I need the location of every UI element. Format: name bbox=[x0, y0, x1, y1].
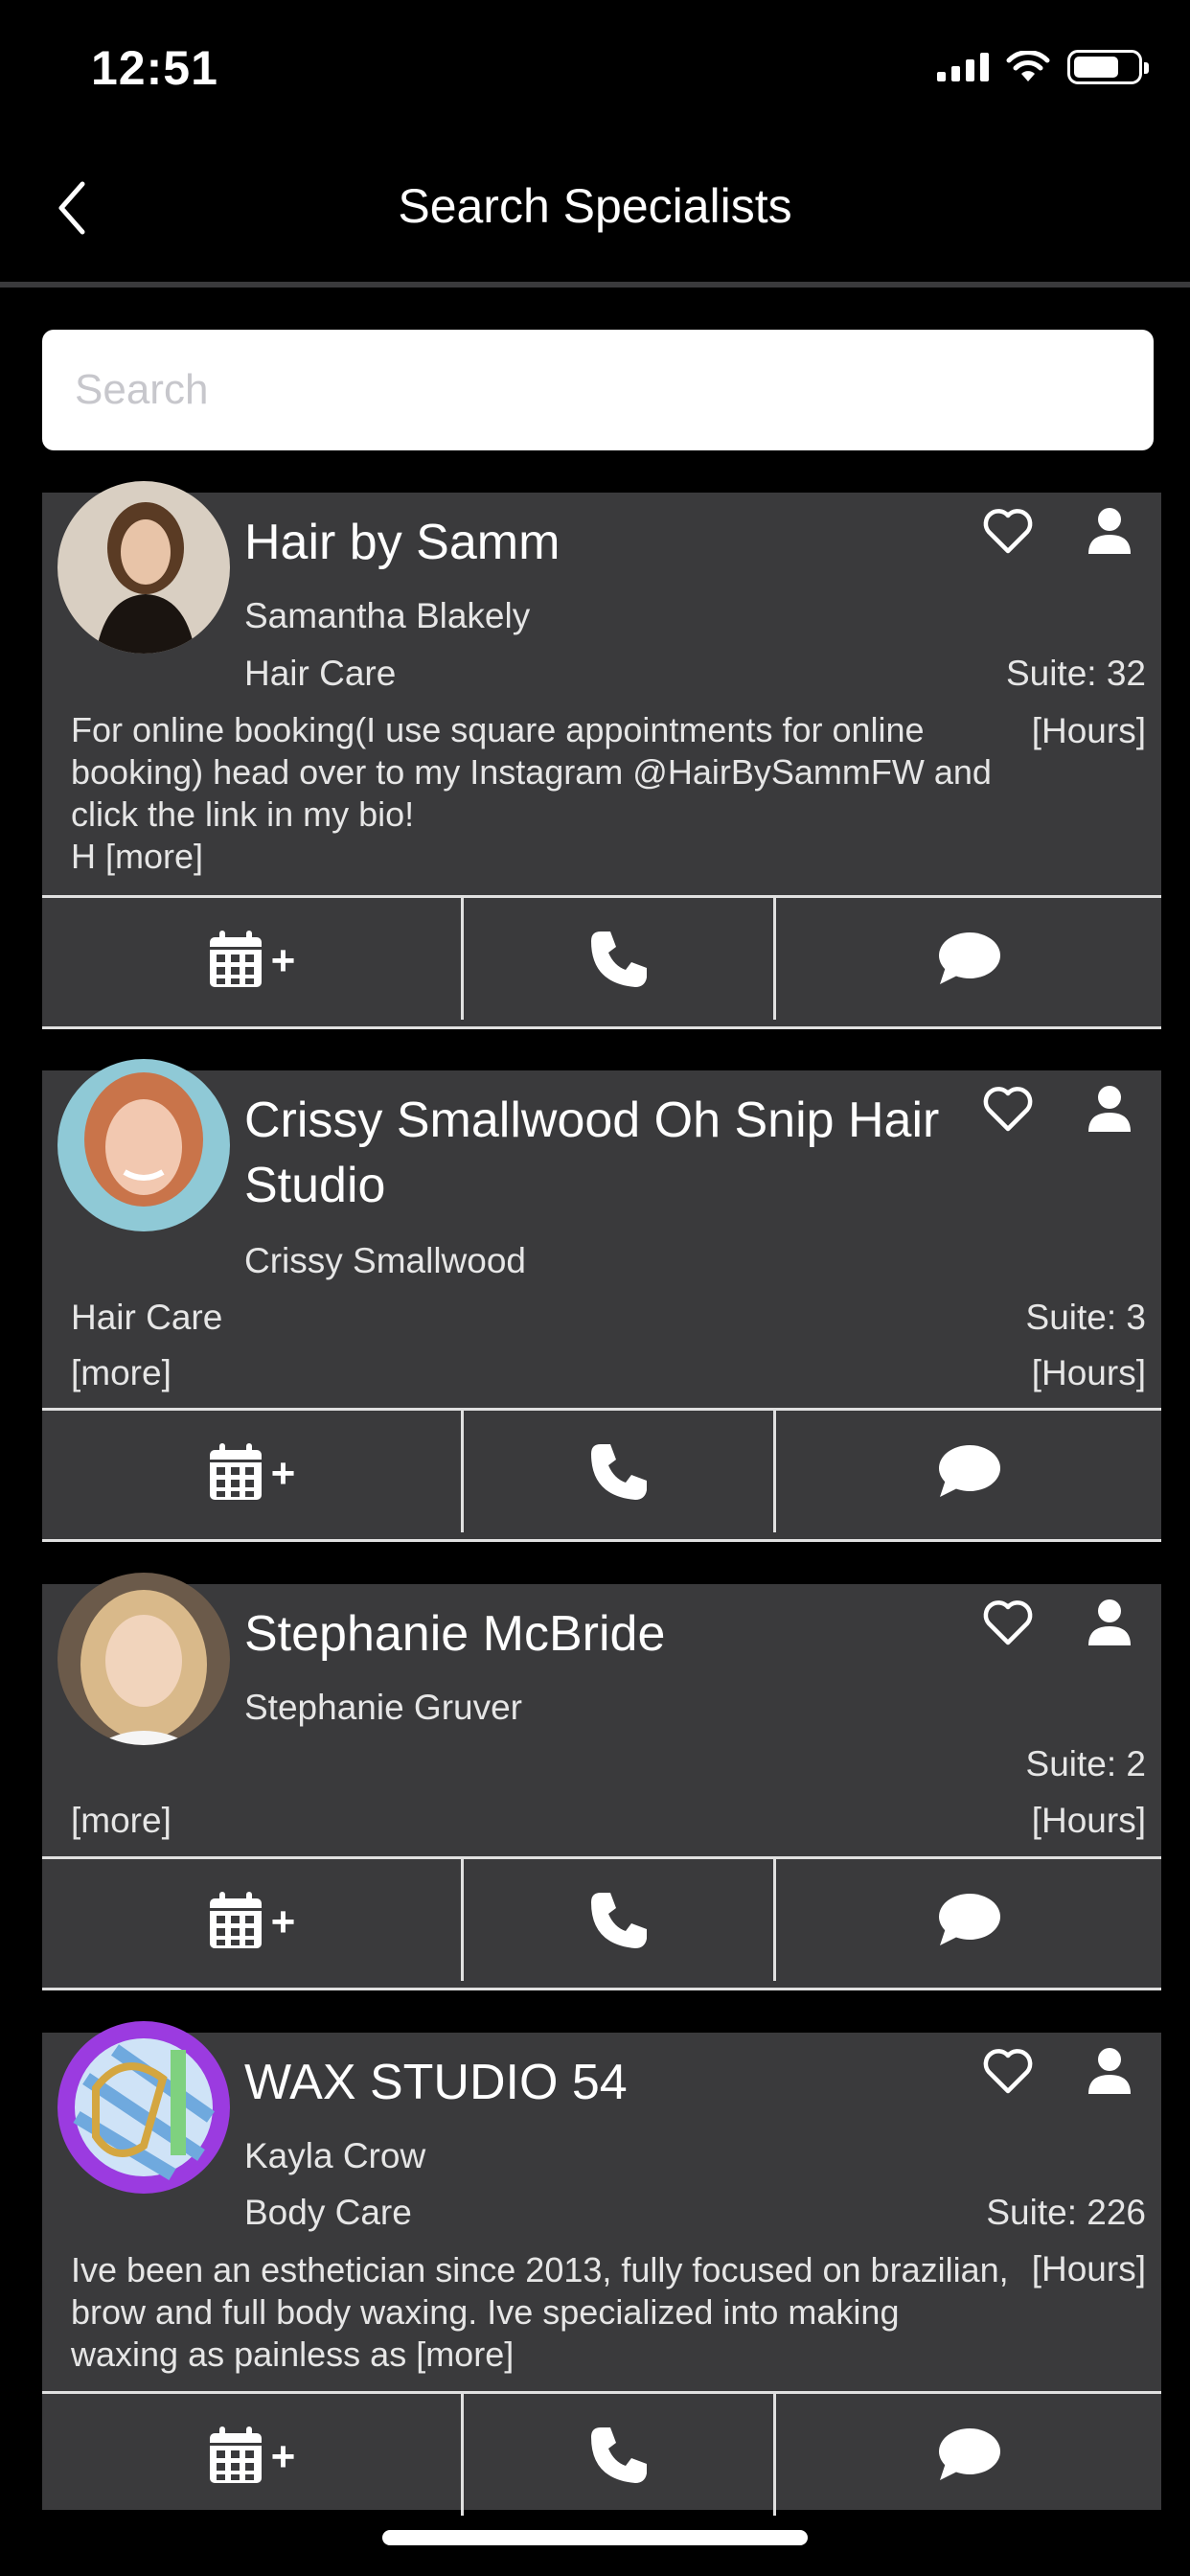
phone-icon bbox=[590, 1443, 647, 1500]
card-divider bbox=[42, 1539, 1161, 1542]
category-label: Body Care bbox=[244, 2193, 412, 2232]
battery-icon bbox=[1067, 50, 1149, 84]
category-label: Hair Care bbox=[71, 1298, 223, 1337]
status-icons bbox=[937, 50, 1149, 84]
avatar bbox=[57, 1059, 230, 1231]
more-link[interactable]: [more] bbox=[71, 1353, 172, 1393]
wifi-icon bbox=[1006, 51, 1050, 81]
message-button[interactable] bbox=[776, 1411, 1161, 1532]
message-button[interactable] bbox=[776, 898, 1161, 1020]
card-actions: + bbox=[42, 2391, 1161, 2516]
call-button[interactable] bbox=[464, 1859, 776, 1981]
person-icon[interactable] bbox=[1085, 1598, 1134, 1647]
hours-link[interactable]: [Hours] bbox=[1032, 711, 1146, 751]
hours-link[interactable]: [Hours] bbox=[1032, 1801, 1146, 1841]
suite-label: Suite: 32 bbox=[1005, 654, 1146, 693]
call-button[interactable] bbox=[464, 898, 776, 1020]
owner-name: Kayla Crow bbox=[244, 2136, 426, 2175]
add-label: + bbox=[270, 936, 296, 984]
more-link[interactable]: [more] bbox=[71, 1801, 172, 1841]
add-label: + bbox=[270, 2432, 296, 2480]
card-divider bbox=[42, 1988, 1161, 1990]
business-name[interactable]: WAX STUDIO 54 bbox=[244, 2050, 973, 2115]
calendar-icon bbox=[209, 1891, 262, 1948]
chat-bubble-icon bbox=[939, 1893, 1000, 1945]
cellular-signal-icon bbox=[937, 53, 989, 81]
message-button[interactable] bbox=[776, 1859, 1161, 1981]
heart-outline-icon[interactable] bbox=[981, 1598, 1035, 1647]
owner-name: Samantha Blakely bbox=[244, 596, 531, 635]
hours-link[interactable]: [Hours] bbox=[1032, 2249, 1146, 2289]
card-actions: + bbox=[42, 895, 1161, 1020]
phone-icon bbox=[590, 2426, 647, 2483]
chat-bubble-icon bbox=[939, 932, 1000, 984]
owner-name: Stephanie Gruver bbox=[244, 1688, 523, 1727]
home-indicator[interactable] bbox=[382, 2530, 808, 2545]
person-icon[interactable] bbox=[1085, 1084, 1134, 1134]
book-appointment-button[interactable]: + bbox=[42, 2394, 464, 2516]
add-label: + bbox=[270, 1898, 296, 1945]
business-name[interactable]: Crissy Smallwood Oh Snip Hair Studio bbox=[244, 1088, 973, 1218]
suite-label: Suite: 2 bbox=[1025, 1744, 1146, 1783]
person-icon[interactable] bbox=[1085, 2046, 1134, 2096]
avatar bbox=[57, 481, 230, 654]
heart-outline-icon[interactable] bbox=[981, 506, 1035, 556]
call-button[interactable] bbox=[464, 1411, 776, 1532]
book-appointment-button[interactable]: + bbox=[42, 1859, 464, 1981]
phone-icon bbox=[590, 1892, 647, 1948]
category-label: Hair Care bbox=[244, 654, 397, 693]
add-label: + bbox=[270, 1449, 296, 1497]
card-actions: + bbox=[42, 1408, 1161, 1532]
page-title: Search Specialists bbox=[398, 179, 792, 233]
search-input[interactable] bbox=[42, 330, 1154, 450]
avatar bbox=[57, 1573, 230, 1745]
description[interactable]: For online booking(I use square appointm… bbox=[71, 709, 1010, 878]
suite-label: Suite: 226 bbox=[986, 2193, 1146, 2232]
book-appointment-button[interactable]: + bbox=[42, 1411, 464, 1532]
nav-bar: Search Specialists bbox=[0, 144, 1190, 288]
call-button[interactable] bbox=[464, 2394, 776, 2516]
hours-link[interactable]: [Hours] bbox=[1032, 1353, 1146, 1393]
message-button[interactable] bbox=[776, 2394, 1161, 2516]
description[interactable]: Ive been an esthetician since 2013, full… bbox=[71, 2249, 1010, 2376]
specialist-card[interactable]: Hair by Samm Samantha Blakely Hair Care … bbox=[42, 481, 1161, 1029]
calendar-icon bbox=[209, 1442, 262, 1500]
heart-outline-icon[interactable] bbox=[981, 1084, 1035, 1134]
business-name[interactable]: Stephanie McBride bbox=[244, 1601, 973, 1667]
business-name[interactable]: Hair by Samm bbox=[244, 510, 973, 575]
card-actions: + bbox=[42, 1856, 1161, 1981]
person-icon[interactable] bbox=[1085, 506, 1134, 556]
calendar-icon bbox=[209, 930, 262, 987]
status-time: 12:51 bbox=[91, 41, 218, 95]
specialist-card[interactable]: WAX STUDIO 54 Kayla Crow Body Care Suite… bbox=[42, 2021, 1161, 2516]
chat-bubble-icon bbox=[939, 2427, 1000, 2480]
calendar-icon bbox=[209, 2426, 262, 2483]
phone-icon bbox=[590, 931, 647, 987]
avatar bbox=[57, 2021, 230, 2194]
owner-name: Crissy Smallwood bbox=[244, 1241, 527, 1280]
book-appointment-button[interactable]: + bbox=[42, 898, 464, 1020]
suite-label: Suite: 3 bbox=[1025, 1298, 1146, 1337]
specialist-card[interactable]: Crissy Smallwood Oh Snip Hair Studio Cri… bbox=[42, 1059, 1161, 1542]
status-bar: 12:51 bbox=[0, 0, 1190, 144]
heart-outline-icon[interactable] bbox=[981, 2046, 1035, 2096]
chat-bubble-icon bbox=[939, 1444, 1000, 1497]
card-divider bbox=[42, 1026, 1161, 1029]
specialist-card[interactable]: Stephanie McBride Stephanie Gruver Suite… bbox=[42, 1573, 1161, 1990]
